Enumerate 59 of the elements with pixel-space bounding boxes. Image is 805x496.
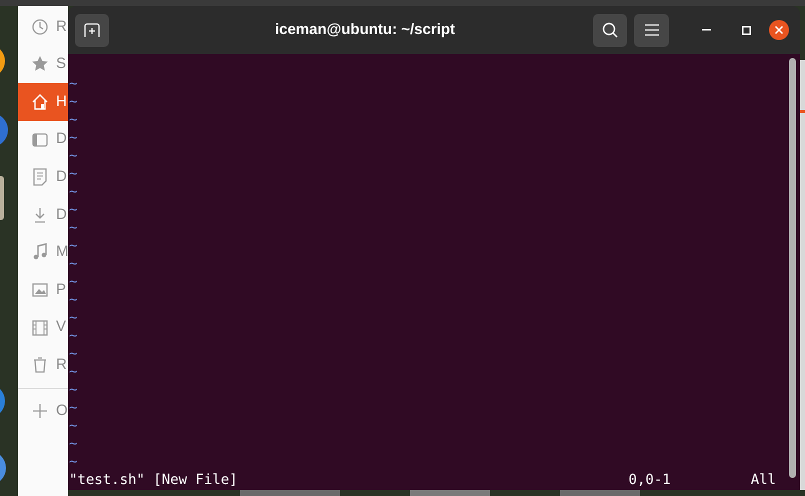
tilde-marker: ~	[69, 382, 78, 398]
sidebar-item[interactable]: D	[18, 158, 68, 196]
tilde-marker: ~	[69, 148, 78, 164]
scroll-indicator: All	[750, 471, 776, 489]
cursor-position: 0,0-1	[628, 471, 671, 489]
tilde-marker: ~	[69, 76, 78, 92]
sidebar-item[interactable]: D	[18, 120, 68, 158]
menu-icon	[644, 24, 658, 36]
tilde-marker: ~	[69, 112, 78, 128]
tilde-marker: ~	[69, 274, 78, 290]
tilde-marker: ~	[69, 454, 78, 470]
sidebar-item[interactable]: V	[18, 308, 68, 346]
tilde-marker: ~	[69, 94, 78, 110]
tilde-marker: ~	[69, 130, 78, 146]
tilde-marker: ~	[69, 184, 78, 200]
scrollbar[interactable]	[789, 58, 796, 478]
clock-icon	[31, 18, 49, 36]
plus-icon	[31, 402, 49, 420]
sidebar-item[interactable]: O	[18, 392, 68, 429]
music-icon	[31, 243, 49, 262]
sidebar-item[interactable]: D	[18, 196, 68, 234]
new-tab-button[interactable]	[75, 14, 109, 46]
search-icon	[602, 22, 618, 38]
tilde-marker: ~	[69, 166, 78, 182]
house-icon	[31, 92, 49, 111]
close-icon	[775, 26, 783, 34]
app-icon[interactable]	[0, 176, 4, 220]
image-icon	[31, 280, 49, 299]
film-icon	[31, 318, 49, 337]
tilde-marker: ~	[69, 292, 78, 308]
tilde-marker: ~	[69, 310, 78, 326]
sidebar-item[interactable]: R	[18, 8, 68, 46]
tilde-marker: ~	[69, 238, 78, 254]
sidebar-item[interactable]: R	[18, 346, 68, 384]
tilde-marker: ~	[69, 400, 78, 416]
search-button[interactable]	[593, 14, 627, 46]
tilde-marker: ~	[69, 256, 78, 272]
status-message: "test.sh" [New File]	[69, 471, 238, 489]
document-icon	[31, 168, 49, 186]
sidebar-item[interactable]: P	[18, 271, 68, 309]
window-title: iceman@ubuntu: ~/script	[274, 20, 456, 40]
sidebar-item[interactable]: H	[18, 83, 68, 121]
sidebar-item[interactable]: M	[18, 234, 68, 272]
minimize-icon	[702, 29, 710, 31]
panel-icon	[31, 130, 49, 149]
tilde-marker: ~	[69, 202, 78, 218]
menu-button[interactable]	[634, 14, 669, 46]
tilde-marker: ~	[69, 220, 78, 236]
trash-icon	[31, 356, 49, 374]
tilde-marker: ~	[69, 418, 78, 434]
tilde-marker: ~	[69, 364, 78, 380]
tilde-marker: ~	[69, 328, 78, 344]
new-tab-icon	[84, 23, 100, 37]
sidebar-item[interactable]: S	[18, 46, 68, 84]
star-icon	[31, 55, 49, 74]
tilde-marker: ~	[69, 436, 78, 452]
maximize-icon	[742, 26, 750, 34]
close-button[interactable]	[769, 20, 789, 40]
tilde-marker: ~	[69, 346, 78, 362]
